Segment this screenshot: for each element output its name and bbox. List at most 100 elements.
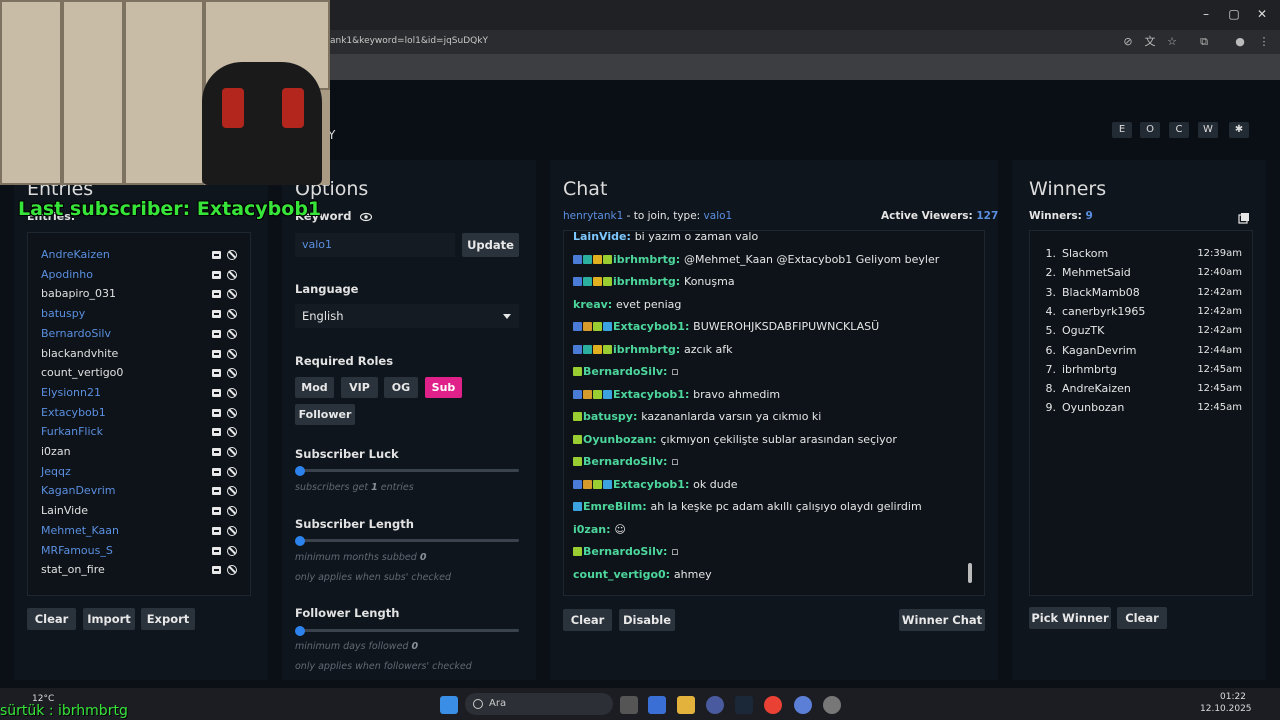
remove-icon[interactable] [212, 546, 221, 555]
header-button-settings[interactable]: ✱ [1229, 122, 1249, 138]
remove-icon[interactable] [212, 408, 221, 417]
chat-username[interactable]: BernardoSilv: [583, 545, 671, 558]
ban-icon[interactable] [227, 328, 237, 339]
chat-username[interactable]: EmreBilm: [583, 500, 650, 513]
remove-icon[interactable] [212, 566, 221, 575]
remove-icon[interactable] [212, 487, 221, 496]
close-icon[interactable]: ✕ [1252, 6, 1272, 22]
ban-icon[interactable] [227, 466, 237, 477]
app3-icon[interactable] [823, 696, 841, 714]
ban-icon[interactable] [227, 269, 237, 280]
minimize-icon[interactable]: – [1196, 6, 1216, 22]
chat-scrollbar[interactable] [968, 563, 972, 583]
ban-icon[interactable] [227, 486, 237, 497]
chat-username[interactable]: ibrhmbrtg: [613, 253, 684, 266]
star-icon[interactable]: ☆ [1166, 36, 1178, 48]
keyword-input[interactable]: valo1 [295, 233, 455, 257]
chat-username[interactable]: LainVide: [573, 231, 635, 243]
extensions-icon[interactable]: ⧉ [1198, 36, 1210, 48]
ban-icon[interactable] [227, 565, 237, 576]
windows-start-icon[interactable] [440, 696, 458, 714]
role-og-button[interactable]: OG [384, 377, 418, 398]
role-vip-button[interactable]: VIP [341, 377, 378, 398]
chat-log[interactable]: LainVide: bi yazım o zaman valo ibrhmbrtg… [563, 230, 985, 596]
chat-username[interactable]: BernardoSilv: [583, 365, 671, 378]
app2-icon[interactable] [794, 696, 812, 714]
translate-icon[interactable]: 文 [1144, 36, 1156, 48]
menu-icon[interactable]: ⋮ [1258, 36, 1270, 48]
winner-chat-button[interactable]: Winner Chat [899, 609, 985, 631]
sub-length-slider[interactable] [299, 539, 519, 542]
chat-username[interactable]: Extacybob1: [613, 320, 693, 333]
ban-icon[interactable] [227, 368, 237, 379]
sub-luck-slider[interactable] [299, 469, 519, 472]
remove-icon[interactable] [212, 251, 221, 259]
remove-icon[interactable] [212, 467, 221, 476]
role-mod-button[interactable]: Mod [295, 377, 334, 398]
remove-icon[interactable] [212, 526, 221, 535]
profile-icon[interactable]: ● [1234, 36, 1246, 48]
ban-icon[interactable] [227, 525, 237, 536]
taskbar-search[interactable]: Ara [465, 693, 613, 715]
chat-username[interactable]: ibrhmbrtg: [613, 343, 684, 356]
copy-icon[interactable] [1238, 209, 1250, 224]
ban-icon[interactable] [227, 407, 237, 418]
chat-username[interactable]: Extacybob1: [613, 478, 693, 491]
calculator-icon[interactable] [648, 696, 666, 714]
chat-username[interactable]: i0zan: [573, 523, 614, 536]
chat-username[interactable]: Oyunbozan: [583, 433, 661, 446]
remove-icon[interactable] [212, 448, 221, 456]
chat-clear-button[interactable]: Clear [563, 609, 612, 631]
maximize-icon[interactable]: ▢ [1224, 6, 1244, 22]
chrome-icon[interactable] [764, 696, 782, 714]
ban-icon[interactable] [227, 387, 237, 398]
header-button-e[interactable]: E [1112, 122, 1132, 138]
chat-disable-button[interactable]: Disable [619, 609, 675, 631]
pick-winner-button[interactable]: Pick Winner [1029, 607, 1111, 629]
url-text[interactable]: ank1&keyword=lol1&id=jqSuDQkY [330, 36, 488, 46]
header-button-c[interactable]: C [1169, 122, 1189, 138]
remove-icon[interactable] [212, 388, 221, 397]
remove-icon[interactable] [212, 369, 221, 378]
ban-icon[interactable] [227, 545, 237, 556]
app-icon[interactable] [706, 696, 724, 714]
entries-clear-button[interactable]: Clear [27, 608, 76, 630]
remove-icon[interactable] [212, 290, 221, 299]
steam-icon[interactable] [735, 696, 753, 714]
winners-clear-button[interactable]: Clear [1117, 607, 1167, 629]
role-follower-button[interactable]: Follower [295, 404, 355, 425]
remove-icon[interactable] [212, 310, 221, 319]
header-button-o[interactable]: O [1140, 122, 1160, 138]
remove-icon[interactable] [212, 507, 221, 516]
sub-luck-thumb[interactable] [295, 466, 305, 476]
entries-export-button[interactable]: Export [141, 608, 195, 630]
ban-icon[interactable] [227, 250, 237, 260]
ban-icon[interactable] [227, 427, 237, 438]
sub-length-thumb[interactable] [295, 536, 305, 546]
update-button[interactable]: Update [462, 233, 519, 257]
chat-username[interactable]: batuspy: [583, 410, 641, 423]
ban-icon[interactable] [227, 348, 237, 359]
chat-username[interactable]: kreav: [573, 298, 616, 311]
chat-username[interactable]: count_vertigo0: [573, 568, 674, 581]
follower-length-thumb[interactable] [295, 626, 305, 636]
eye-off-icon[interactable]: ⊘ [1122, 36, 1134, 48]
task-view-icon[interactable] [620, 696, 638, 714]
language-select[interactable]: English [295, 304, 519, 328]
ban-icon[interactable] [227, 289, 237, 300]
ban-icon[interactable] [227, 309, 237, 320]
chat-username[interactable]: ibrhmbrtg: [613, 275, 684, 288]
follower-length-slider[interactable] [299, 629, 519, 632]
ban-icon[interactable] [227, 447, 237, 457]
ban-icon[interactable] [227, 506, 237, 517]
file-explorer-icon[interactable] [677, 696, 695, 714]
remove-icon[interactable] [212, 428, 221, 437]
entries-list[interactable]: AndreKaizen Apodinho babapiro_031 batuspy Be… [27, 232, 251, 596]
remove-icon[interactable] [212, 349, 221, 358]
eye-icon[interactable] [359, 208, 373, 222]
role-sub-button[interactable]: Sub [425, 377, 462, 398]
entries-import-button[interactable]: Import [83, 608, 135, 630]
remove-icon[interactable] [212, 329, 221, 338]
header-button-w[interactable]: W [1198, 122, 1218, 138]
chat-username[interactable]: Extacybob1: [613, 388, 693, 401]
